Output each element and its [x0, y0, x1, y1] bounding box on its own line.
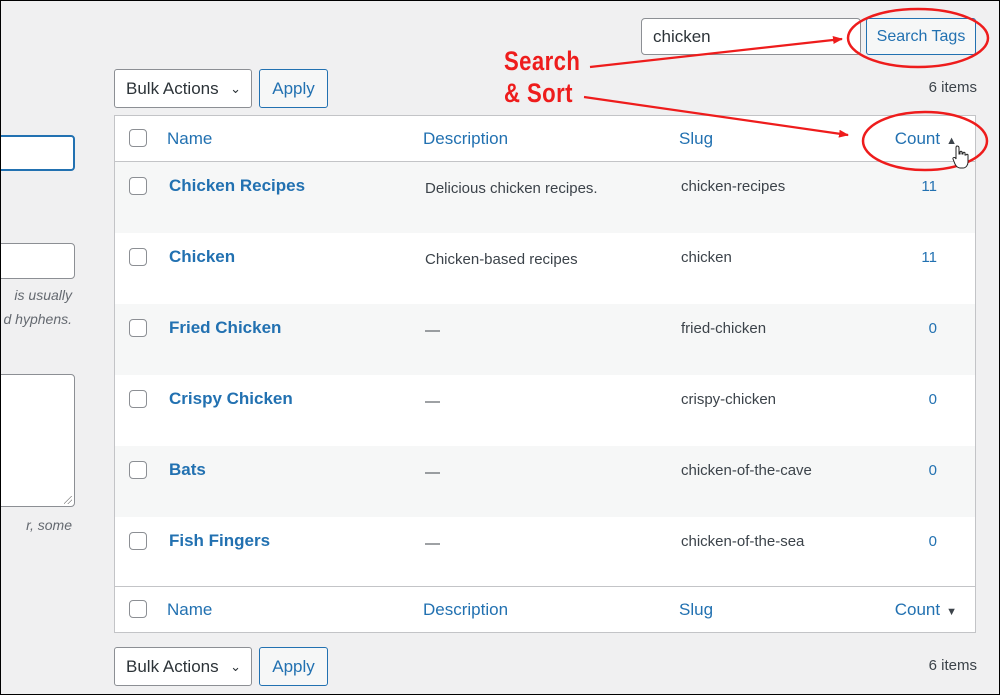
tag-description: Delicious chicken recipes.	[425, 180, 598, 197]
footer-column-description: Description	[423, 600, 509, 619]
sort-descending-icon: ▼	[946, 606, 957, 618]
tag-name-link[interactable]: Bats	[169, 460, 206, 480]
table-footer: Name Description Slug Count ▼	[115, 586, 975, 632]
tag-name-link[interactable]: Chicken Recipes	[169, 176, 305, 196]
search-tags-input[interactable]: chicken	[641, 18, 861, 55]
annotation-label-search: Search	[504, 46, 581, 76]
bulk-actions-select-bottom[interactable]: Bulk Actions ⌄	[114, 647, 252, 686]
tag-slug: chicken-of-the-sea	[681, 533, 805, 550]
tag-slug-input[interactable]	[0, 243, 75, 279]
tag-slug: crispy-chicken	[681, 391, 777, 408]
tag-name-link[interactable]: Crispy Chicken	[169, 389, 293, 409]
tag-name-link[interactable]: Chicken	[169, 247, 235, 267]
table-row: Bats — chicken-of-the-cave 0	[115, 446, 975, 517]
tag-count-link[interactable]: 0	[929, 533, 937, 550]
footer-column-count[interactable]: Count ▼	[895, 587, 957, 635]
chevron-down-icon: ⌄	[230, 659, 241, 674]
footer-column-name[interactable]: Name	[167, 587, 212, 632]
row-checkbox[interactable]	[129, 248, 147, 266]
tag-description: —	[425, 393, 440, 410]
bulk-actions-label: Bulk Actions	[126, 657, 219, 676]
row-checkbox[interactable]	[129, 390, 147, 408]
table-row: Fish Fingers — chicken-of-the-sea 0	[115, 517, 975, 588]
column-header-slug[interactable]: Slug	[679, 116, 713, 161]
tag-description: Chicken-based recipes	[425, 251, 578, 268]
select-all-checkbox-footer[interactable]	[129, 600, 147, 618]
tag-count-link[interactable]: 11	[921, 178, 937, 195]
table-header: Name Description Slug Count ▲	[115, 116, 975, 162]
tag-count-link[interactable]: 0	[929, 320, 937, 337]
row-checkbox[interactable]	[129, 532, 147, 550]
table-row: Fried Chicken — fried-chicken 0	[115, 304, 975, 375]
row-checkbox[interactable]	[129, 319, 147, 337]
table-row: Crispy Chicken — crispy-chicken 0	[115, 375, 975, 446]
tag-description: —	[425, 535, 440, 552]
tag-count-link[interactable]: 0	[929, 462, 937, 479]
table-row: Chicken Chicken-based recipes chicken 11	[115, 233, 975, 304]
tag-count-link[interactable]: 0	[929, 391, 937, 408]
row-checkbox[interactable]	[129, 461, 147, 479]
annotation-label-sort: & Sort	[504, 78, 573, 108]
bulk-actions-label: Bulk Actions	[126, 79, 219, 98]
column-header-name[interactable]: Name	[167, 116, 212, 161]
table-row: Chicken Recipes Delicious chicken recipes…	[115, 162, 975, 233]
tag-slug: chicken-recipes	[681, 178, 786, 195]
tag-description: —	[425, 322, 440, 339]
search-tags-button[interactable]: Search Tags	[866, 18, 976, 55]
apply-button-top[interactable]: Apply	[259, 69, 328, 108]
column-header-count[interactable]: Count ▲	[895, 116, 957, 164]
select-all-checkbox[interactable]	[129, 129, 147, 147]
row-checkbox[interactable]	[129, 177, 147, 195]
tag-description-textarea[interactable]	[0, 374, 75, 507]
items-count-top: 6 items	[928, 79, 977, 96]
tag-name-link[interactable]: Fish Fingers	[169, 531, 270, 551]
slug-help-text-line2: d hyphens.	[3, 311, 73, 327]
count-footer-label: Count	[894, 600, 941, 619]
items-count-bottom: 6 items	[928, 657, 977, 674]
bulk-actions-select-top[interactable]: Bulk Actions ⌄	[114, 69, 252, 108]
footer-column-slug[interactable]: Slug	[679, 587, 713, 632]
tag-slug: chicken-of-the-cave	[681, 462, 812, 479]
tag-name-input[interactable]	[0, 135, 75, 171]
tag-slug: fried-chicken	[681, 320, 767, 337]
tag-description: —	[425, 464, 440, 481]
slug-help-text-line1: is usually	[14, 287, 72, 303]
tag-name-link[interactable]: Fried Chicken	[169, 318, 281, 338]
column-header-description: Description	[423, 129, 509, 148]
tags-table: Name Description Slug Count ▲ Chicken Rec…	[114, 115, 976, 633]
tag-count-link[interactable]: 11	[921, 249, 937, 266]
tag-slug: chicken	[681, 249, 732, 266]
sort-ascending-icon: ▲	[946, 135, 957, 147]
apply-button-bottom[interactable]: Apply	[259, 647, 328, 686]
chevron-down-icon: ⌄	[230, 81, 241, 96]
count-header-label: Count	[894, 129, 941, 148]
resize-handle-icon[interactable]	[64, 496, 72, 504]
description-help-text: r, some	[26, 517, 72, 533]
